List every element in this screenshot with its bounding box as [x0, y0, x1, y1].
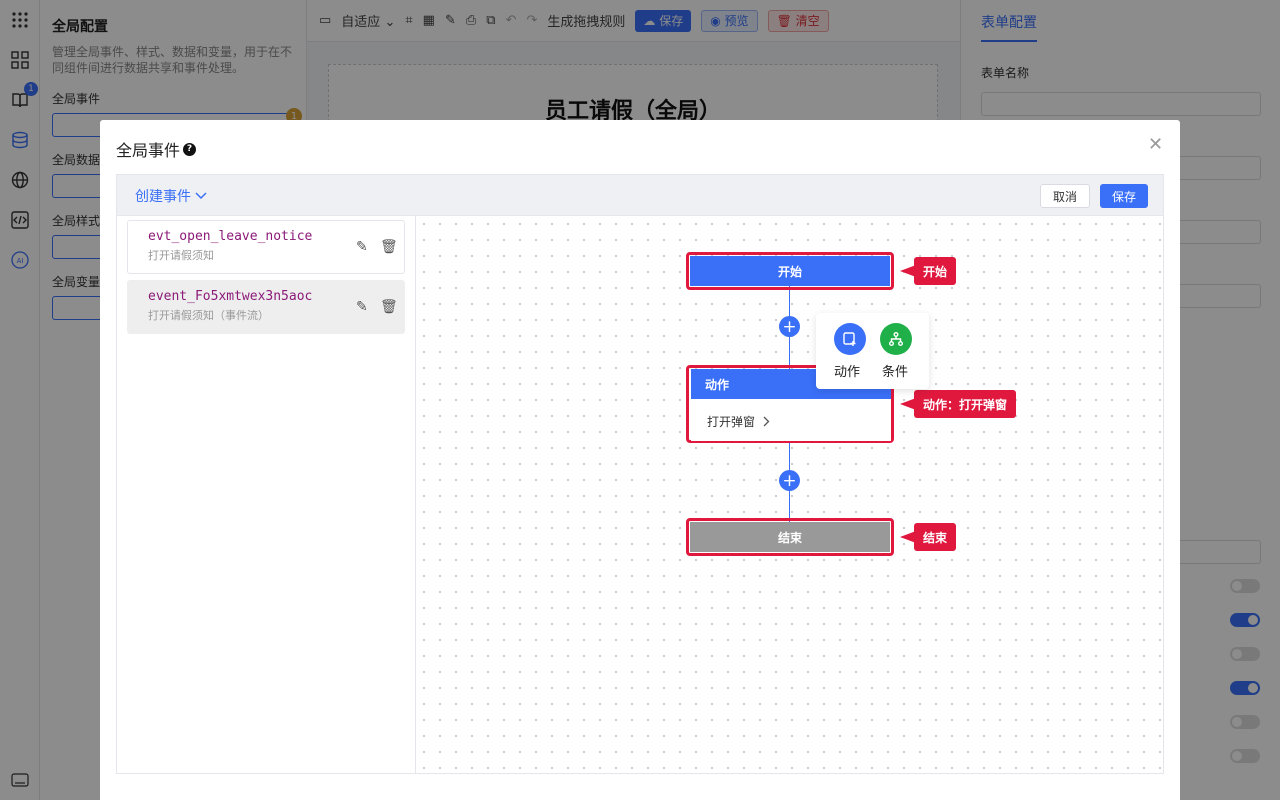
modal-title-text: 全局事件: [116, 141, 181, 160]
action-item-label: 打开弹窗: [707, 415, 756, 429]
create-event-label: 创建事件: [135, 189, 191, 205]
start-annotation: 开始: [899, 257, 957, 285]
close-icon[interactable]: ✕: [1148, 134, 1163, 155]
action-item[interactable]: 打开弹窗: [691, 399, 891, 430]
add-condition-icon[interactable]: [880, 323, 912, 355]
chevron-down-icon: [195, 192, 207, 200]
global-events-modal: 全局事件 ? ✕ 创建事件 取消 保存 evt_open_leave_notic…: [100, 120, 1180, 800]
save-button[interactable]: 保存: [1100, 184, 1149, 208]
modal-toolbar: 创建事件 取消 保存: [116, 174, 1164, 216]
popover-condition-label: 条件: [882, 365, 909, 380]
add-node-icon[interactable]: +: [779, 316, 800, 337]
flow-canvas[interactable]: 开始 开始 + 动作 打开弹窗 动作：打开弹窗 动作 条件 + 结束 结束: [416, 216, 1164, 774]
edit-icon[interactable]: ✎: [356, 239, 368, 255]
add-action-icon[interactable]: [834, 323, 866, 355]
event-list-item[interactable]: event_Fo5xmtwex3n5aoc 打开请假须知（事件流） ✎ 🗑: [127, 280, 405, 334]
action-annotation: 动作：打开弹窗: [899, 390, 1017, 418]
help-icon[interactable]: ?: [183, 142, 197, 156]
event-description: 打开请假须知（事件流）: [148, 309, 269, 322]
create-event-dropdown[interactable]: 创建事件: [135, 186, 207, 206]
edit-icon[interactable]: ✎: [356, 299, 368, 315]
delete-icon[interactable]: 🗑: [380, 239, 398, 255]
popover-action-label: 动作: [834, 365, 861, 380]
modal-title: 全局事件 ?: [116, 137, 197, 161]
delete-icon[interactable]: 🗑: [380, 299, 398, 315]
cancel-button[interactable]: 取消: [1040, 184, 1091, 208]
start-node[interactable]: 开始: [690, 256, 890, 286]
event-list: evt_open_leave_notice 打开请假须知 ✎ 🗑 event_F…: [116, 216, 416, 774]
event-description: 打开请假须知: [148, 249, 214, 262]
event-name: evt_open_leave_notice: [148, 229, 313, 244]
end-node[interactable]: 结束: [690, 522, 890, 552]
event-name: event_Fo5xmtwex3n5aoc: [148, 289, 313, 304]
chevron-right-icon: [763, 416, 770, 427]
end-annotation: 结束: [899, 523, 957, 551]
event-list-item[interactable]: evt_open_leave_notice 打开请假须知 ✎ 🗑: [127, 220, 405, 274]
add-node-icon[interactable]: +: [779, 470, 800, 491]
add-node-popover: 动作 条件: [816, 313, 929, 389]
